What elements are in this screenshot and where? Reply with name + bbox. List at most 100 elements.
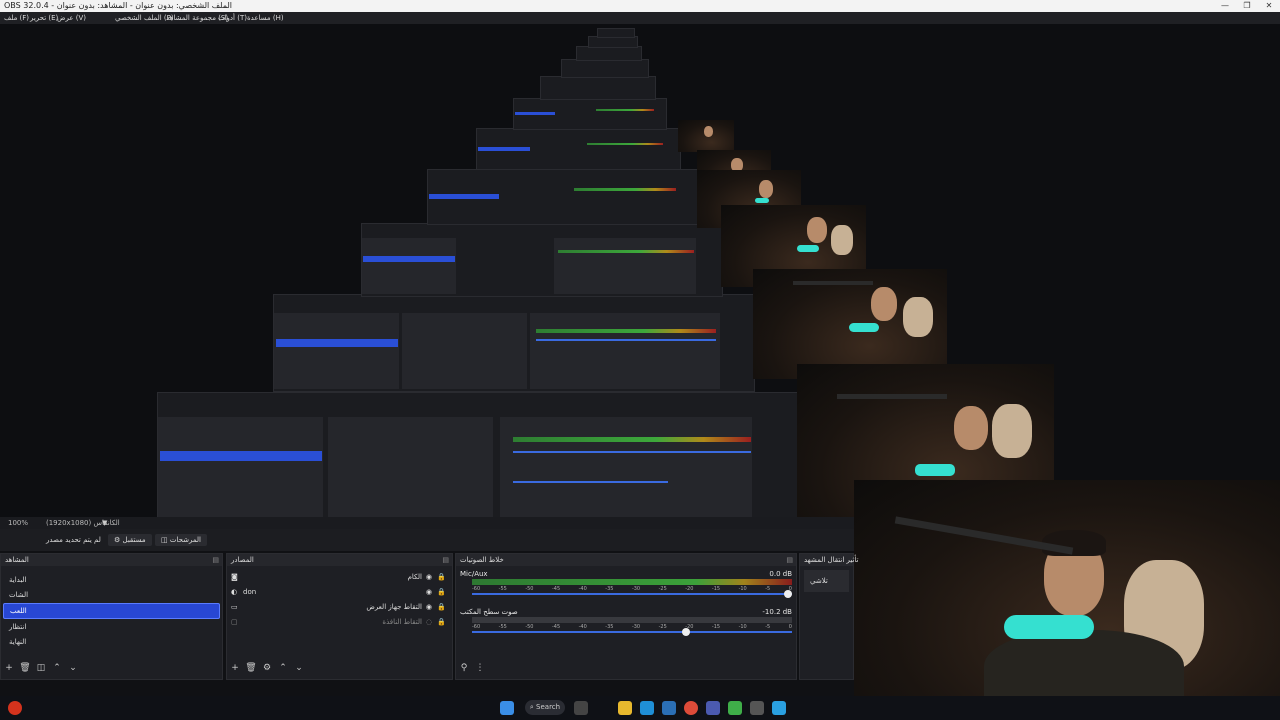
- meter-tick-label: -25: [658, 586, 667, 592]
- taskbar-search[interactable]: ⌕ Search: [525, 700, 565, 715]
- app-icon[interactable]: [728, 701, 742, 715]
- menu-view[interactable]: عرض (V): [57, 12, 86, 24]
- file-explorer-icon[interactable]: [618, 701, 632, 715]
- menu-tools[interactable]: أدوات (T): [218, 12, 247, 24]
- sources-toolbar: + 🗑 ⚙ ⌃ ⌄: [227, 663, 307, 677]
- lock-icon[interactable]: 🔒: [437, 585, 446, 600]
- search-label: Search: [536, 703, 561, 711]
- source-name: don: [243, 588, 257, 596]
- meter-tick-label: -35: [605, 586, 614, 592]
- windows-taskbar: ⌕ Search: [0, 696, 1280, 720]
- menu-bar: ملف (F) تحرير (E) عرض (V) الملف الشخصي (…: [0, 12, 1280, 24]
- source-item[interactable]: ▭ التقاط جهاز العرض ◉ 🔒: [227, 600, 452, 615]
- circle-icon: ◐: [231, 588, 238, 596]
- filters-label: المرشحات: [169, 536, 201, 544]
- canvas-dropdown-icon[interactable]: ▼: [102, 517, 107, 529]
- mixer-title: خلاط الصوتيات: [460, 556, 504, 564]
- menu-edit[interactable]: تحرير (E): [30, 12, 58, 24]
- properties-label: مستقبل: [122, 536, 146, 544]
- source-item[interactable]: ◙ الكام ◉ 🔒: [227, 570, 452, 585]
- meter-tick-label: -30: [631, 586, 641, 592]
- volume-slider[interactable]: [472, 628, 792, 636]
- meter-tick-label: -35: [605, 624, 614, 630]
- scene-item[interactable]: النهاية: [3, 635, 220, 649]
- add-icon[interactable]: +: [227, 663, 243, 673]
- volume-knob[interactable]: [784, 590, 792, 598]
- menu-help[interactable]: مساعدة (H): [247, 12, 284, 24]
- add-icon[interactable]: +: [1, 663, 17, 673]
- move-down-icon[interactable]: ⌄: [291, 663, 307, 673]
- meter-tick-label: -55: [498, 624, 507, 630]
- nested-obs-layer: [597, 28, 635, 38]
- lock-icon[interactable]: 🔒: [437, 615, 446, 630]
- sources-dock: المصادر ▤ ◙ الكام ◉ 🔒 ◐ don ◉ 🔒 ▭ التقاط جه…: [226, 553, 453, 680]
- volume-meter: [472, 579, 792, 585]
- meter-tick-label: -15: [711, 586, 721, 592]
- eye-off-icon[interactable]: ◌: [426, 615, 432, 630]
- audio-mixer-dock: خلاط الصوتيات ▤ Mic/Aux 0.0 dB -60 -55 -50-…: [455, 553, 797, 680]
- volume-knob[interactable]: [681, 628, 690, 636]
- app-icon[interactable]: [706, 701, 720, 715]
- dock-menu-icon[interactable]: ▤: [212, 554, 219, 566]
- filter-icon[interactable]: ◫: [33, 663, 49, 673]
- scene-item[interactable]: البداية: [3, 573, 220, 587]
- no-source-selected-label: لم يتم تحديد مصدر: [46, 536, 101, 544]
- menu-file[interactable]: ملف (F): [4, 12, 29, 24]
- move-up-icon[interactable]: ⌃: [49, 663, 65, 673]
- more-menu-icon[interactable]: ⋮: [472, 663, 488, 673]
- store-icon[interactable]: [662, 701, 676, 715]
- lock-icon[interactable]: 🔒: [437, 600, 446, 615]
- nested-obs-layer: [561, 59, 649, 78]
- dock-menu-icon[interactable]: ▤: [786, 554, 793, 566]
- channel-db: -10.2 dB: [762, 608, 792, 616]
- zoom-label[interactable]: 100%: [8, 517, 28, 529]
- source-name: التقاط النافذة: [382, 618, 422, 626]
- meter-tick-label: -40: [578, 624, 587, 630]
- app-icon[interactable]: [8, 701, 22, 715]
- start-icon[interactable]: [500, 701, 514, 715]
- eye-icon[interactable]: ◉: [426, 600, 432, 615]
- meter-tick-label: -10: [738, 624, 747, 630]
- channel-name: صوت سطح المكتب: [460, 608, 518, 616]
- obs-icon[interactable]: [750, 701, 764, 715]
- meter-ticks: -60 -55 -50 -45 -40 -35 -30 -25 -20 -15 -10 -5 0: [472, 586, 792, 592]
- trash-icon[interactable]: 🗑: [243, 663, 259, 673]
- transition-select[interactable]: تلاشي: [804, 570, 849, 592]
- eye-icon[interactable]: ◉: [426, 570, 432, 585]
- meter-tick-label: -50: [525, 624, 534, 630]
- minimize-button[interactable]: —: [1214, 0, 1236, 12]
- monitor-icon: ▭: [231, 603, 238, 611]
- properties-button[interactable]: ⚙ مستقبل: [108, 534, 152, 546]
- meter-tick-label: -20: [685, 586, 694, 592]
- close-button[interactable]: ✕: [1258, 0, 1280, 12]
- mixer-header: خلاط الصوتيات ▤: [456, 554, 796, 566]
- preview-canvas[interactable]: [0, 24, 1280, 517]
- dock-menu-icon[interactable]: ▤: [442, 554, 449, 566]
- move-up-icon[interactable]: ⌃: [275, 663, 291, 673]
- scene-item-selected[interactable]: اللعب: [3, 603, 220, 619]
- link-icon[interactable]: ⚲: [456, 663, 472, 673]
- source-name: التقاط جهاز العرض: [366, 603, 422, 611]
- scenes-toolbar: + 🗑 ◫ ⌃ ⌄: [1, 663, 81, 677]
- menu-profile[interactable]: الملف الشخصي (P): [115, 12, 174, 24]
- gear-icon[interactable]: ⚙: [259, 663, 275, 673]
- transitions-title: تأثير انتقال المشهد: [804, 556, 859, 564]
- maximize-button[interactable]: ❐: [1236, 0, 1258, 12]
- edge-icon[interactable]: [640, 701, 654, 715]
- scene-item[interactable]: انتظار: [3, 620, 220, 634]
- eye-icon[interactable]: ◉: [426, 585, 432, 600]
- scene-item[interactable]: الشات: [3, 588, 220, 602]
- filter-icon: ◫: [161, 536, 170, 544]
- filters-button[interactable]: ◫ المرشحات: [155, 534, 207, 546]
- telegram-icon[interactable]: [772, 701, 786, 715]
- move-down-icon[interactable]: ⌄: [65, 663, 81, 673]
- source-item[interactable]: ▢ التقاط النافذة ◌ 🔒: [227, 615, 452, 630]
- trash-icon[interactable]: 🗑: [17, 663, 33, 673]
- task-view-icon[interactable]: [574, 701, 588, 715]
- chrome-icon[interactable]: [684, 701, 698, 715]
- lock-icon[interactable]: 🔒: [437, 570, 446, 585]
- volume-slider[interactable]: [472, 590, 792, 598]
- canvas-size-label: (1920x1080) الكانفاس: [46, 519, 120, 527]
- transitions-dock: تأثير انتقال المشهد تلاشي: [799, 553, 859, 680]
- source-item[interactable]: ◐ don ◉ 🔒: [227, 585, 452, 600]
